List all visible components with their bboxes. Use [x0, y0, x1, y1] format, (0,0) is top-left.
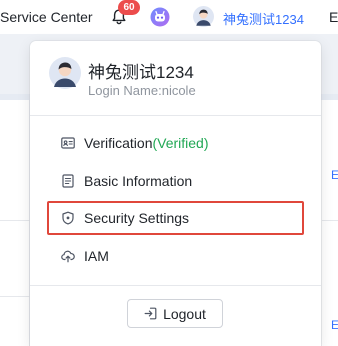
- row-divider: [0, 296, 30, 297]
- login-name: Login Name:nicole: [88, 83, 196, 98]
- shield-icon: [62, 211, 74, 225]
- id-card-icon: [61, 137, 75, 149]
- divider: [30, 285, 321, 286]
- display-name: 神兔测试1234: [88, 63, 194, 82]
- header-overflow-text[interactable]: E: [329, 9, 338, 25]
- divider: [30, 115, 321, 116]
- robot-assistant-icon[interactable]: [150, 7, 170, 27]
- menu-item-security-settings[interactable]: Security Settings: [47, 201, 304, 235]
- table-cell-fragment[interactable]: E: [331, 318, 338, 332]
- logout-label: Logout: [163, 305, 206, 322]
- menu-item-label: Security Settings: [84, 210, 190, 226]
- menu-item-iam[interactable]: IAM: [47, 239, 304, 273]
- menu-item-label: IAM: [84, 248, 109, 264]
- service-center-link[interactable]: Service Center: [0, 9, 93, 25]
- menu-item-label: Basic Information: [84, 173, 193, 189]
- row-divider: [322, 220, 338, 221]
- notification-badge: 60: [118, 0, 140, 15]
- menu-item-basic-information[interactable]: Basic Information: [47, 164, 304, 198]
- cloud-upload-icon: [61, 250, 75, 263]
- verified-status: (Verified): [152, 135, 209, 151]
- avatar[interactable]: [193, 6, 214, 27]
- logout-icon: [144, 307, 157, 320]
- page-left-fragment: [0, 100, 30, 346]
- menu-item-verification[interactable]: Verification (Verified): [47, 126, 304, 160]
- table-cell-fragment[interactable]: E: [331, 168, 338, 182]
- menu-item-label: Verification: [84, 135, 153, 151]
- avatar: [49, 57, 81, 89]
- row-divider: [0, 220, 30, 221]
- user-dropdown-panel: 神兔测试1234 Login Name:nicole Verification(…: [30, 41, 321, 346]
- logout-button[interactable]: Logout: [127, 299, 223, 328]
- screen: E E Service Center 60 神兔测试1234 E 神兔测试123…: [0, 0, 338, 346]
- user-menu-trigger[interactable]: 神兔测试1234: [223, 9, 304, 28]
- page-right-fragment: E E: [322, 100, 338, 346]
- document-icon: [62, 174, 74, 188]
- top-header: Service Center 60 神兔测试1234 E: [0, 0, 338, 34]
